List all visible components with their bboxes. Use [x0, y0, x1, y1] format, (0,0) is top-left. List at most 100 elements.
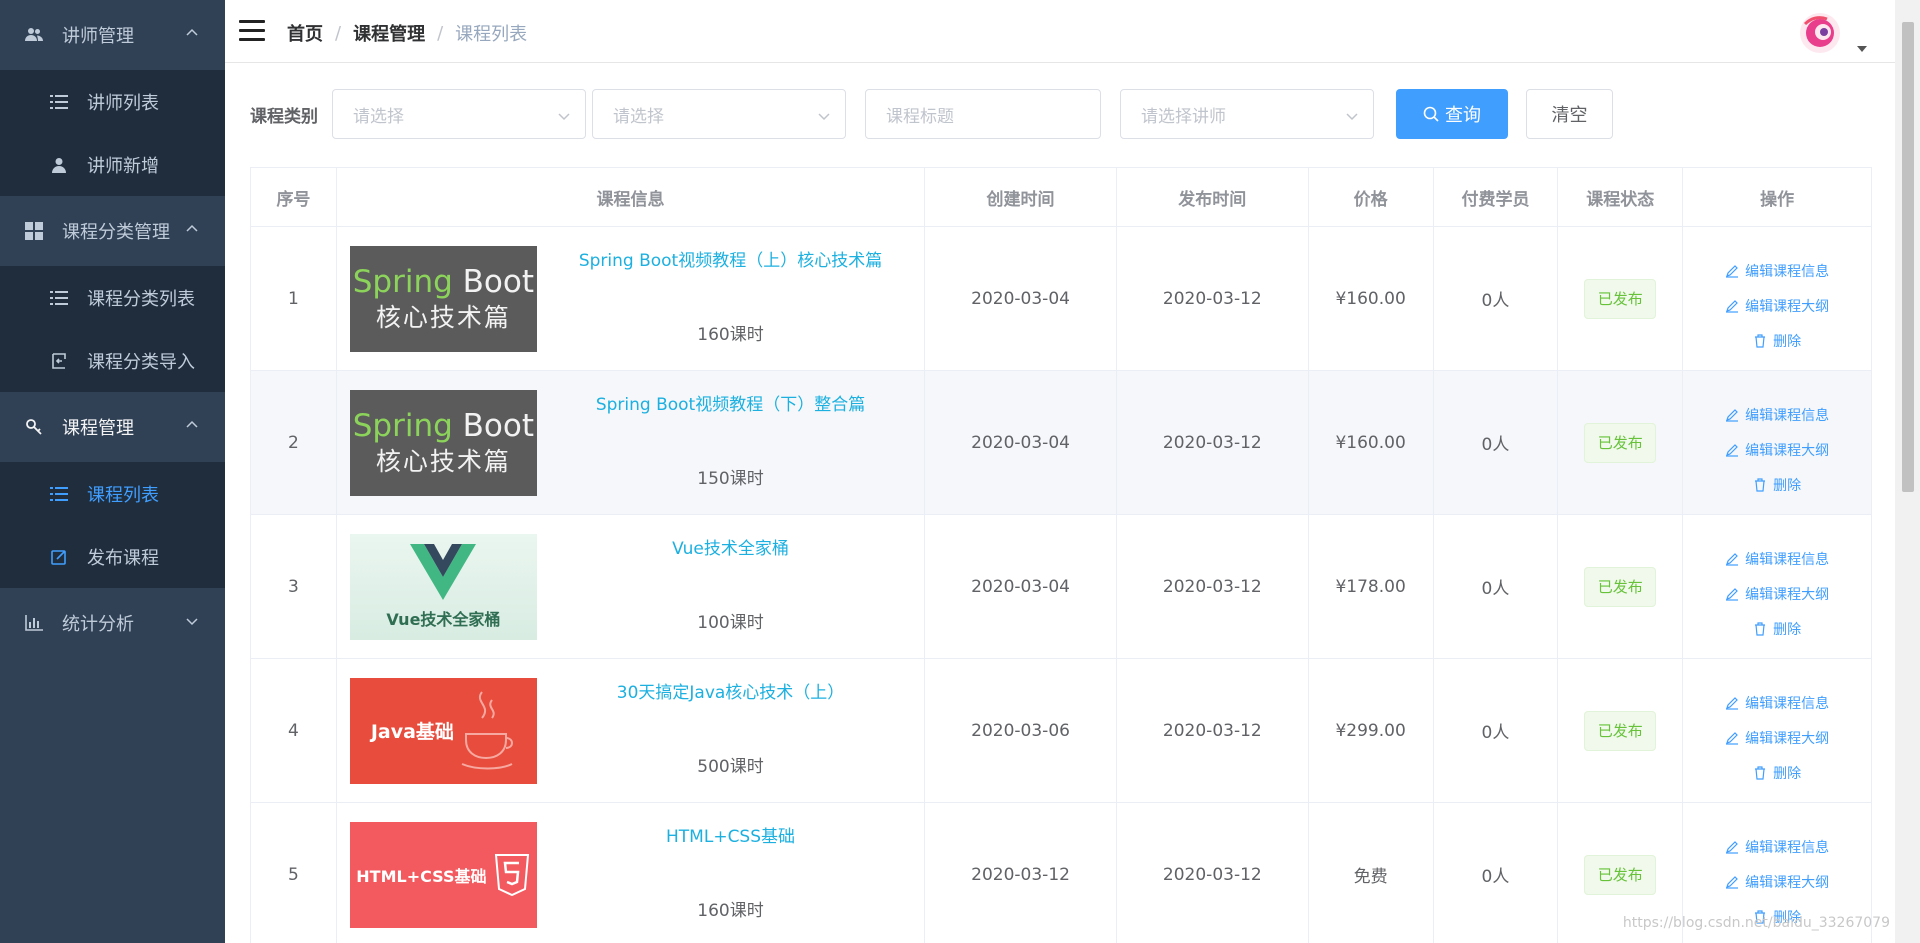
edit-course-info-button[interactable]: 编辑课程信息: [1725, 541, 1829, 576]
course-title-link[interactable]: Spring Boot视频教程（上）核心技术篇: [537, 246, 924, 271]
chevron-up-icon: [186, 420, 198, 428]
scrollbar-thumb[interactable]: [1902, 22, 1914, 492]
cover-text: HTML+CSS基础: [356, 866, 487, 886]
sidebar-item-publish-course[interactable]: 发布课程: [0, 525, 225, 588]
edit-course-info-button[interactable]: 编辑课程信息: [1725, 685, 1829, 720]
course-title-link[interactable]: 30天搞定Java核心技术（上）: [537, 678, 924, 703]
breadcrumb-separator: /: [437, 22, 444, 44]
actions-cell: 编辑课程信息 编辑课程大纲 删除: [1683, 227, 1871, 370]
cover-text: Boot: [452, 407, 535, 444]
input-placeholder: 课程标题: [886, 106, 954, 127]
op-label: 编辑课程大纲: [1745, 298, 1830, 315]
menu-statistics[interactable]: 统计分析: [0, 588, 225, 658]
breadcrumb: 首页 / 课程管理 / 课程列表: [287, 20, 527, 46]
created-date: 2020-03-04: [925, 515, 1117, 658]
sidebar: 讲师管理 讲师列表 讲师新增 课程分类管理 课程分类列表 课程分类导入 课程管理…: [0, 0, 225, 943]
edit-course-info-button[interactable]: 编辑课程信息: [1725, 397, 1829, 432]
op-label: 删除: [1773, 477, 1802, 494]
category-level2-select[interactable]: 请选择: [592, 89, 846, 139]
user-dropdown[interactable]: [1799, 12, 1867, 54]
delete-button[interactable]: 删除: [1753, 323, 1801, 358]
price: ¥160.00: [1309, 371, 1434, 514]
sidebar-item-teacher-list[interactable]: 讲师列表: [0, 70, 225, 133]
paid-students: 0人: [1434, 227, 1559, 370]
course-title-link[interactable]: HTML+CSS基础: [537, 822, 924, 847]
select-placeholder: 请选择讲师: [1141, 106, 1226, 127]
row-index: 4: [251, 659, 337, 802]
menu-category-management[interactable]: 课程分类管理: [0, 196, 225, 266]
course-cover-image: Vue技术全家桶: [349, 533, 537, 640]
users-icon: [24, 25, 44, 45]
breadcrumb-current: 课程列表: [455, 24, 528, 45]
edit-course-outline-button[interactable]: 编辑课程大纲: [1725, 864, 1829, 899]
edit-course-outline-button[interactable]: 编辑课程大纲: [1725, 432, 1829, 467]
status-cell: 已发布: [1558, 227, 1684, 370]
course-hours: 160课时: [697, 325, 764, 345]
edit-course-outline-button[interactable]: 编辑课程大纲: [1725, 576, 1829, 611]
delete-button[interactable]: 删除: [1753, 467, 1801, 502]
trash-icon: [1755, 765, 1766, 780]
edit-icon: [1726, 552, 1739, 566]
delete-button[interactable]: 删除: [1753, 611, 1801, 646]
course-title-link[interactable]: Spring Boot视频教程（下）整合篇: [537, 390, 924, 415]
breadcrumb-course-management[interactable]: 课程管理: [353, 20, 425, 46]
menu-label: 课程分类管理: [62, 222, 170, 243]
caret-down-icon[interactable]: [1857, 46, 1867, 52]
course-info-cell: Java基础 30天搞定Java核心技术（上） 500课时: [337, 659, 926, 802]
page-scrollbar[interactable]: [1895, 0, 1920, 943]
vue-logo-icon: [410, 543, 477, 600]
table-row: 4 Java基础 30天搞定Java核心技术（上） 500课时 2020-03-…: [251, 659, 1871, 803]
edit-course-outline-button[interactable]: 编辑课程大纲: [1725, 288, 1829, 323]
table-row: 1 Spring Boot 核心技术篇 Spring Boot视频教程（上）核心…: [251, 227, 1871, 371]
edit-icon: [1726, 696, 1739, 710]
search-button[interactable]: 查询: [1396, 89, 1508, 139]
edit-icon: [1726, 408, 1739, 422]
key-icon: [24, 417, 44, 437]
course-table: 序号 课程信息 创建时间 发布时间 价格 付费学员 课程状态 操作 1 Spri…: [250, 167, 1872, 943]
row-index: 2: [251, 371, 337, 514]
chevron-down-icon: [1346, 113, 1358, 121]
sidebar-item-category-list[interactable]: 课程分类列表: [0, 266, 225, 329]
top-navbar: 首页 / 课程管理 / 课程列表: [225, 0, 1895, 63]
breadcrumb-separator: /: [335, 22, 342, 44]
op-label: 删除: [1773, 621, 1802, 638]
course-title-link[interactable]: Vue技术全家桶: [537, 534, 924, 559]
menu-group-category: 课程分类管理 课程分类列表 课程分类导入: [0, 196, 225, 392]
created-date: 2020-03-04: [925, 227, 1117, 370]
delete-button[interactable]: 删除: [1753, 755, 1801, 790]
list-icon: [50, 93, 68, 111]
teacher-select[interactable]: 请选择讲师: [1120, 89, 1374, 139]
sidebar-item-label: 讲师新增: [87, 155, 159, 177]
edit-course-info-button[interactable]: 编辑课程信息: [1725, 253, 1829, 288]
edit-icon: [1726, 443, 1739, 457]
sidebar-item-category-import[interactable]: 课程分类导入: [0, 329, 225, 392]
column-header: 创建时间: [925, 168, 1117, 226]
edit-icon: [1726, 840, 1739, 854]
price: ¥178.00: [1309, 515, 1434, 658]
published-date: 2020-03-12: [1117, 371, 1309, 514]
menu-group-teacher: 讲师管理 讲师列表 讲师新增: [0, 0, 225, 196]
filter-bar: 课程类别 请选择 请选择 课程标题 请选择讲师 查询 清空: [250, 89, 1613, 139]
list-icon: [50, 485, 68, 503]
clear-button[interactable]: 清空: [1526, 89, 1613, 139]
avatar[interactable]: [1799, 12, 1841, 54]
menu-course-management[interactable]: 课程管理: [0, 392, 225, 462]
category-level1-select[interactable]: 请选择: [332, 89, 586, 139]
hamburger-menu-icon[interactable]: [239, 20, 265, 42]
menu-teacher-management[interactable]: 讲师管理: [0, 0, 225, 70]
status-badge: 已发布: [1584, 854, 1657, 895]
watermark: https://blog.csdn.net/baidu_33267079: [1622, 915, 1890, 931]
sidebar-item-course-list[interactable]: 课程列表: [0, 462, 225, 525]
select-placeholder: 请选择: [613, 106, 664, 127]
edit-course-outline-button[interactable]: 编辑课程大纲: [1725, 720, 1829, 755]
course-title-input[interactable]: 课程标题: [865, 89, 1101, 139]
trash-icon: [1755, 333, 1766, 348]
published-date: 2020-03-12: [1117, 659, 1309, 802]
html5-shield-icon: [495, 853, 530, 896]
sidebar-item-teacher-add[interactable]: 讲师新增: [0, 133, 225, 196]
category-label: 课程类别: [250, 106, 318, 127]
chevron-down-icon: [818, 113, 830, 121]
submenu-course: 课程列表 发布课程: [0, 462, 225, 588]
edit-course-info-button[interactable]: 编辑课程信息: [1725, 829, 1829, 864]
breadcrumb-home[interactable]: 首页: [287, 20, 323, 46]
